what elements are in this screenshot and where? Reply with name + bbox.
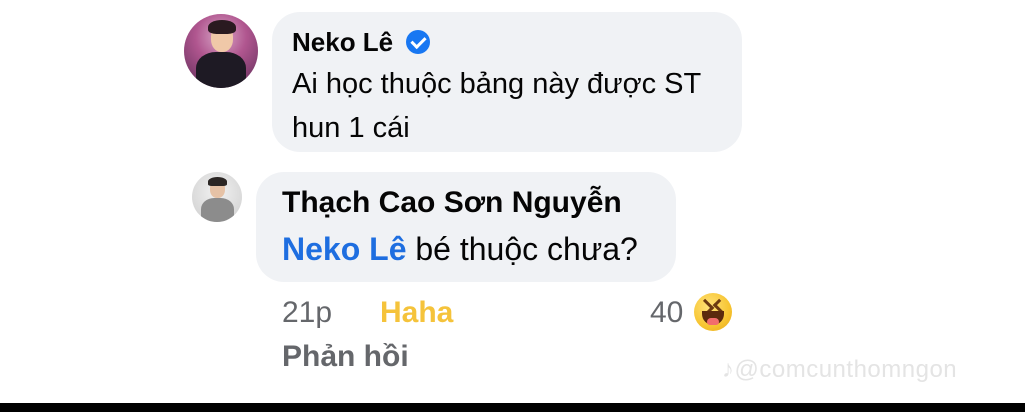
avatar-hair bbox=[208, 177, 227, 186]
reply-text: Neko Lê bé thuộc chưa? bbox=[282, 229, 638, 269]
comment-author-name[interactable]: Neko Lê bbox=[292, 27, 393, 58]
reaction-count[interactable]: 40 bbox=[650, 296, 683, 330]
avatar-figure bbox=[196, 52, 246, 88]
reaction-label[interactable]: Haha bbox=[380, 296, 453, 330]
haha-emoji-icon[interactable] bbox=[694, 293, 732, 331]
avatar[interactable] bbox=[192, 172, 242, 222]
reply-button[interactable]: Phản hồi bbox=[282, 340, 409, 374]
avatar-figure bbox=[201, 198, 234, 222]
reply-author-name[interactable]: Thạch Cao Sơn Nguyễn bbox=[282, 186, 622, 220]
reply-text-body: bé thuộc chưa? bbox=[406, 231, 638, 267]
tiktok-logo-icon: ♪ bbox=[722, 356, 735, 383]
emoji-tongue bbox=[707, 318, 719, 325]
comment-text: Ai học thuộc bảng này được ST hun 1 cái bbox=[292, 68, 701, 144]
verified-badge-icon bbox=[406, 30, 430, 54]
mention-link[interactable]: Neko Lê bbox=[282, 231, 406, 267]
watermark-handle: @comcunthomngon bbox=[734, 356, 958, 383]
avatar-hair bbox=[208, 20, 236, 34]
comment-timestamp[interactable]: 21p bbox=[282, 296, 332, 330]
bottom-bar bbox=[0, 403, 1025, 412]
avatar[interactable] bbox=[184, 14, 258, 88]
tiktok-watermark: ♪@comcunthomngon bbox=[722, 356, 957, 384]
